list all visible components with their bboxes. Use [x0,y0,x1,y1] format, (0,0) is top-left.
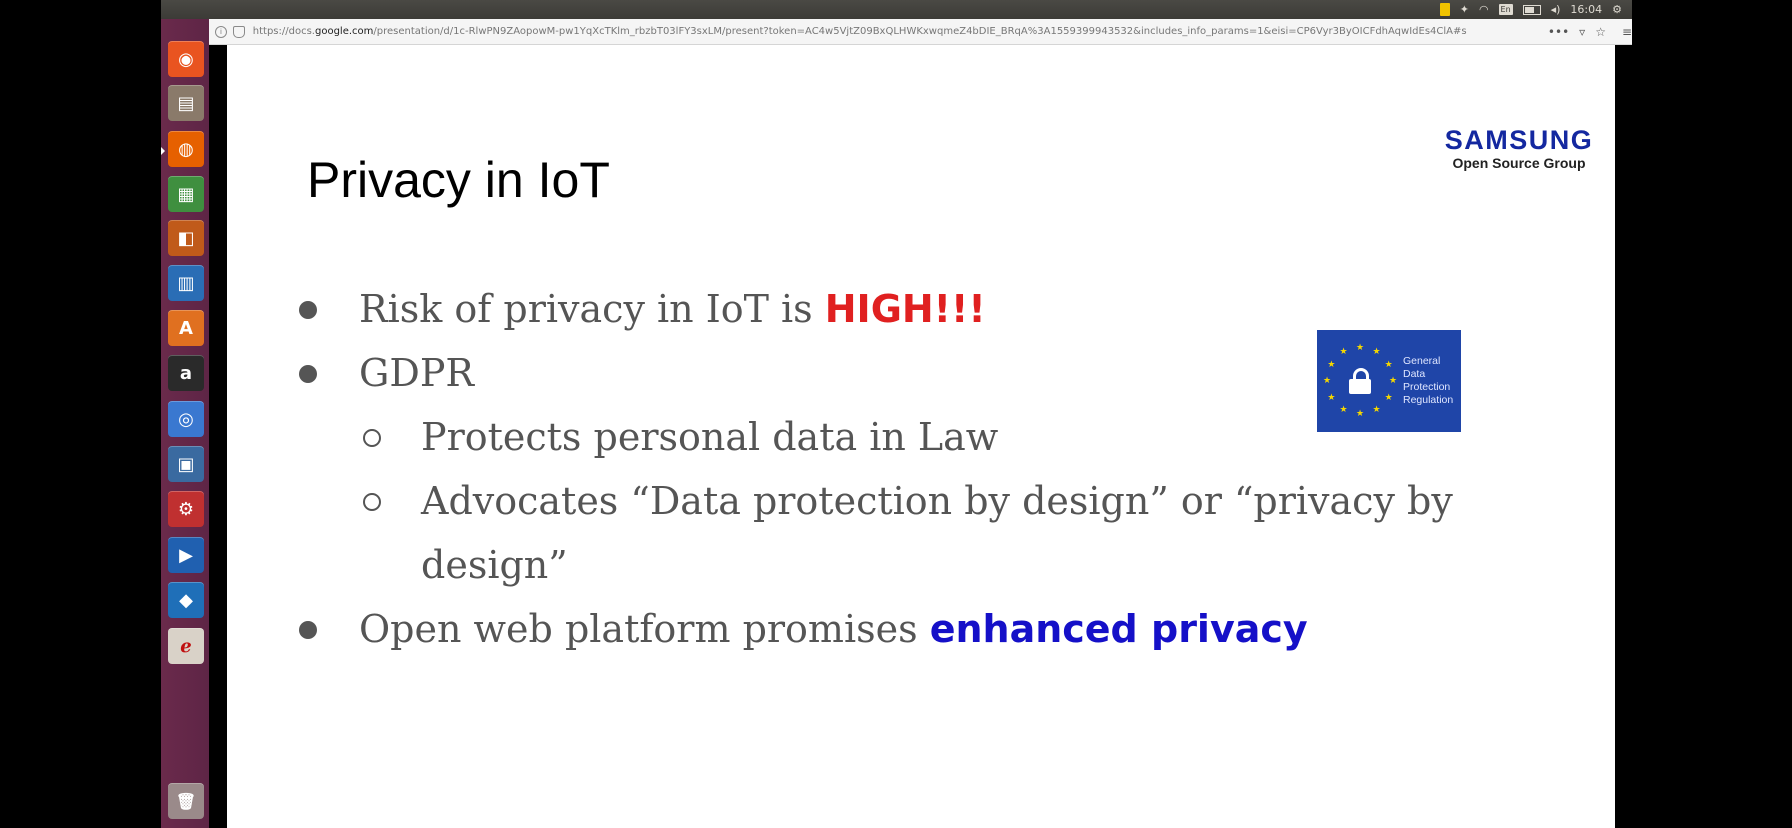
eu-star-icon: ★ [1327,359,1336,370]
gdpr-label-line: Protection [1403,381,1451,393]
bullet-text: Risk of privacy in IoT is [359,287,825,331]
eu-stars-circle: ★ ★ ★ ★ ★ ★ ★ ★ ★ ★ ★ ★ [1321,342,1399,420]
eu-star-icon: ★ [1372,404,1381,415]
eu-star-icon: ★ [1323,376,1332,386]
bullet-dot-icon [299,301,317,319]
slide[interactable]: Privacy in IoT SAMSUNG Open Source Group… [227,45,1615,828]
volume-icon[interactable]: ◂) [1551,3,1561,16]
bullet-item: Open web platform promises enhanced priv… [299,605,1308,653]
gdpr-badge: ★ ★ ★ ★ ★ ★ ★ ★ ★ ★ ★ ★ General Data Protection Regula… [1317,330,1461,432]
battery-icon[interactable] [1522,4,1541,15]
eu-star-icon: ★ [1327,392,1336,403]
keyboard-layout-icon[interactable]: En [1498,4,1513,15]
logo-subtitle: Open Source Group [1452,155,1586,171]
power-gear-icon[interactable]: ⚙ [1612,3,1622,16]
wifi-icon[interactable]: ◠ [1479,3,1489,16]
page-actions-icon[interactable]: ••• [1548,25,1569,39]
writer-icon[interactable]: ▥ [168,265,204,301]
slide-title: Privacy in IoT [307,152,610,208]
bullet-text: Open web platform promises [359,607,930,651]
logo-wordmark: SAMSUNG [1444,125,1594,155]
gdpr-label: General Data Protection Regulation [1403,355,1453,407]
bullet-text: GDPR [359,351,475,395]
eu-star-icon: ★ [1372,347,1381,358]
samsung-logo: SAMSUNG Open Source Group [1436,125,1602,171]
bullet-highlight: enhanced privacy [929,607,1308,651]
presentation-viewport[interactable]: Privacy in IoT SAMSUNG Open Source Group… [209,45,1632,828]
trash-icon[interactable]: 🗑 [168,783,204,819]
bookmark-star-icon[interactable]: ☆ [1595,25,1606,39]
info-icon[interactable]: i [215,25,227,38]
hamburger-menu-icon[interactable]: ≡ [1622,25,1632,39]
gdpr-label-line: Regulation [1403,394,1454,406]
dash-home-icon[interactable]: ◉ [168,41,204,77]
bullet-item: Risk of privacy in IoT is HIGH!!! [299,285,986,333]
pdf-viewer-icon[interactable]: ℯ [168,628,204,664]
gdpr-label-line: Data [1403,368,1426,380]
virtualbox-icon[interactable]: ◆ [168,582,204,618]
spreadsheet-icon[interactable]: ▦ [168,176,204,212]
launcher-sidebar: ◉ ▤ ◍ ▦ ◧ ▥ Aa ◎ ▣ ⚙ ▶ ◆ ℯ 🗑 [161,19,210,828]
bullet-ring-icon [363,429,381,447]
eu-star-icon: ★ [1356,343,1365,353]
eu-star-icon: ★ [1389,376,1398,386]
firefox-icon[interactable]: ◍ [168,131,204,167]
bullet-item: Advocates “Data protection by design” or… [363,477,1453,525]
settings-icon[interactable]: ⚙ [168,491,204,527]
bullet-dot-icon [299,365,317,383]
url-field[interactable]: https://docs.google.com/presentation/d/1… [253,26,1538,37]
bullet-text: design” [421,543,568,587]
bullet-item: Protects personal data in Law [363,413,999,461]
bullet-item: design” [421,541,568,589]
pocket-icon[interactable]: ▿ [1579,25,1585,39]
software-center-icon[interactable]: A [168,310,204,346]
address-bar[interactable]: i https://docs.google.com/presentation/d… [209,19,1632,45]
bullet-text: Protects personal data in Law [421,415,999,459]
files-icon[interactable]: ▤ [168,85,204,121]
bullet-dot-icon [299,621,317,639]
gdpr-label-line: General [1403,355,1441,367]
bullet-item: GDPR [299,349,475,397]
impress-icon[interactable]: ◧ [168,220,204,256]
amazon-icon[interactable]: a [168,355,204,391]
url-path: /presentation/d/1c-RlwPN9ZAopowM-pw1YqXc… [373,26,1467,37]
clock-label[interactable]: 16:04 [1570,3,1602,16]
eu-star-icon: ★ [1384,359,1393,370]
chromium-icon[interactable]: ◎ [168,401,204,437]
lock-icon [1349,368,1371,394]
bullet-ring-icon [363,493,381,511]
dropbox-icon[interactable]: ✦ [1460,3,1469,16]
bullet-text: Advocates “Data protection by design” or… [421,479,1453,523]
tracking-shield-icon[interactable] [232,25,245,38]
url-host: google.com [314,26,374,37]
indicator-icon[interactable] [1439,3,1450,16]
eu-star-icon: ★ [1356,409,1365,419]
browser-window: i https://docs.google.com/presentation/d… [209,19,1632,828]
eu-star-icon: ★ [1339,347,1348,358]
eu-star-icon: ★ [1384,392,1393,403]
eu-star-icon: ★ [1339,404,1348,415]
system-top-panel: ✦ ◠ En ◂) 16:04 ⚙ [161,0,1632,19]
system-monitor-icon[interactable]: ▣ [168,446,204,482]
bullet-highlight: HIGH!!! [824,287,986,331]
url-host-prefix: https://docs. [252,26,315,37]
media-player-icon[interactable]: ▶ [168,537,204,573]
active-app-indicator [161,147,165,155]
